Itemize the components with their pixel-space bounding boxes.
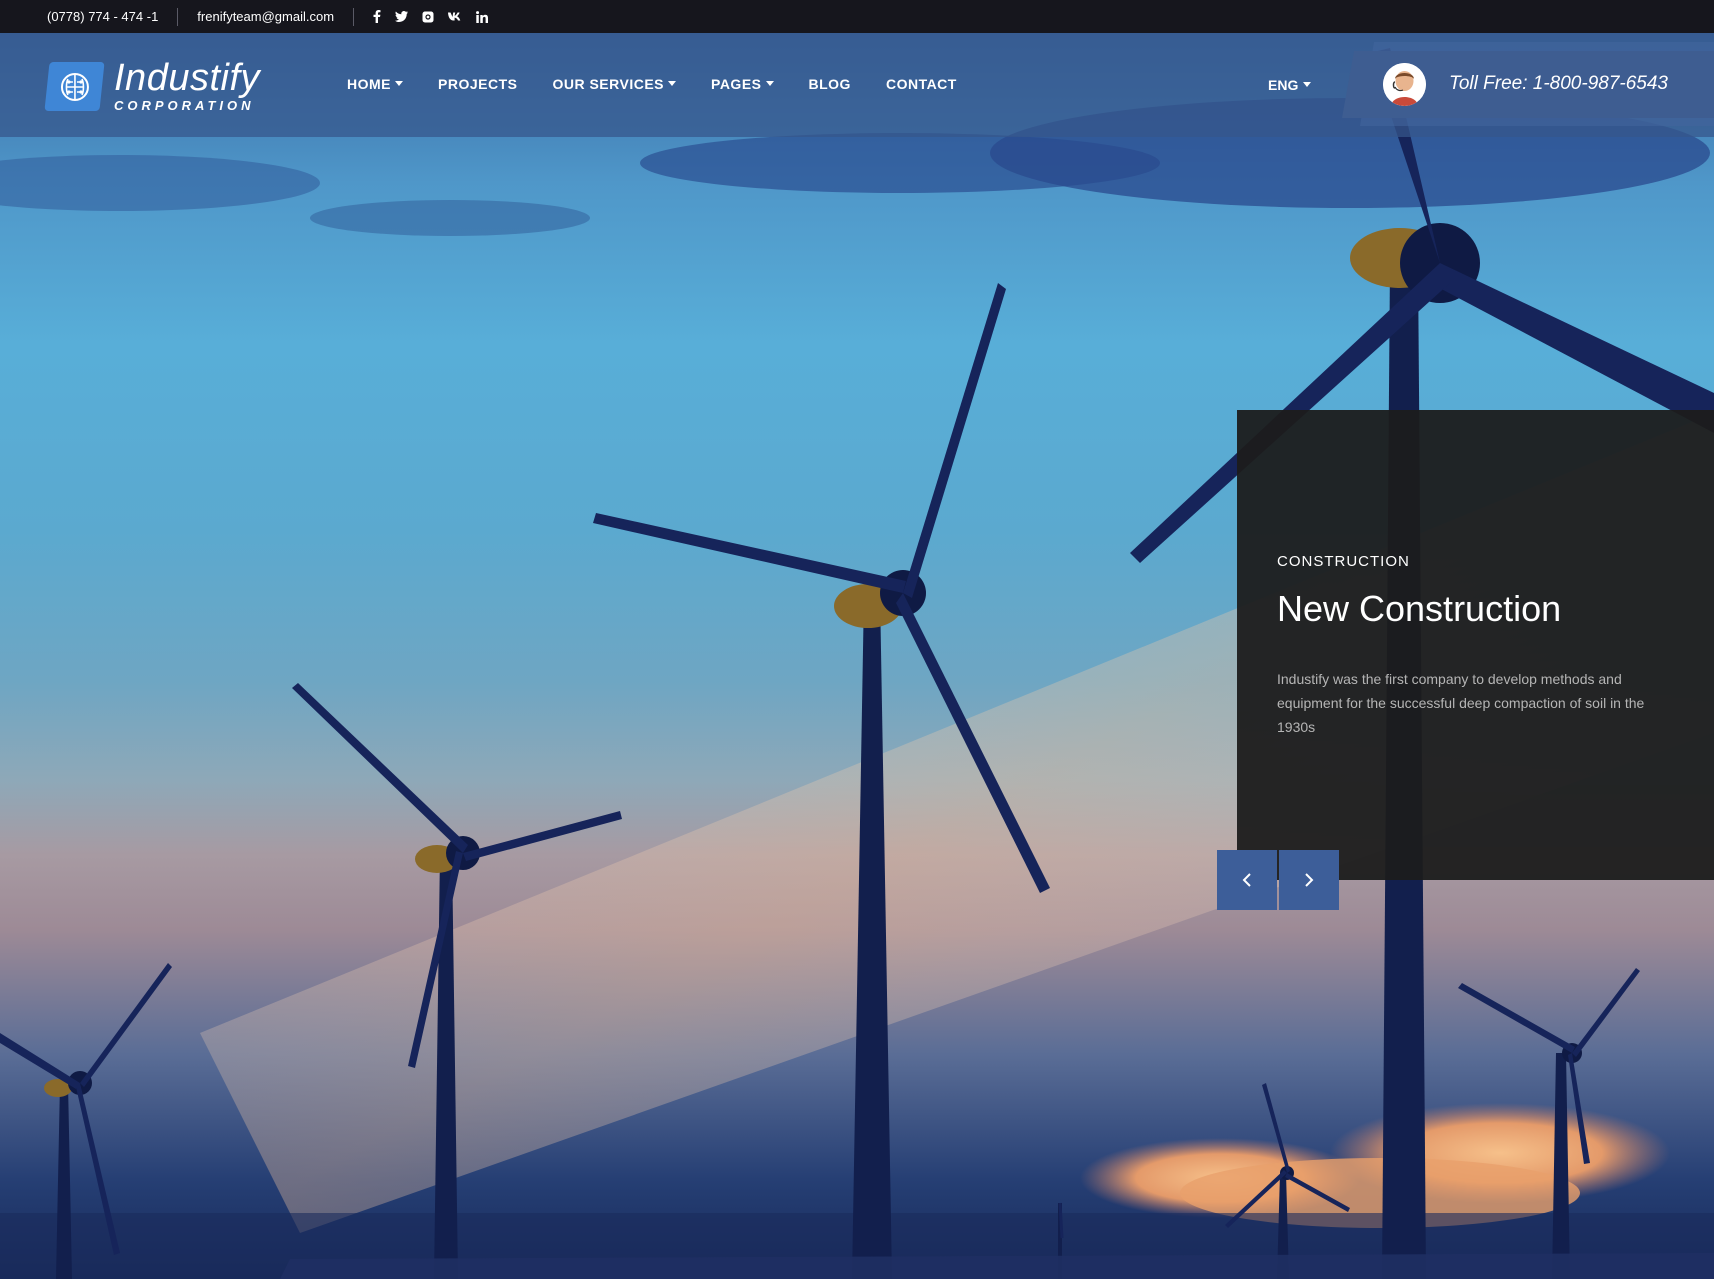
- logo[interactable]: Industify CORPORATION: [44, 57, 261, 113]
- prev-slide-button[interactable]: [1217, 850, 1277, 910]
- nav-label: BLOG: [808, 76, 851, 92]
- slide-title[interactable]: New Construction: [1277, 588, 1561, 630]
- next-slide-button[interactable]: [1279, 850, 1339, 910]
- nav-label: PROJECTS: [438, 76, 518, 92]
- nav-item-blog[interactable]: BLOG: [809, 76, 851, 92]
- main-nav: HOME PROJECTS OUR SERVICES PAGES BLOG CO…: [347, 76, 957, 92]
- twitter-icon[interactable]: [395, 10, 409, 24]
- support-avatar: [1383, 63, 1426, 106]
- top-bar: (0778) 774 - 474 -1 frenifyteam@gmail.co…: [0, 0, 1714, 33]
- language-label: ENG: [1268, 77, 1299, 93]
- facebook-icon[interactable]: [373, 10, 381, 24]
- divider: [177, 7, 179, 26]
- nav-label: HOME: [347, 76, 391, 92]
- chevron-left-icon: [1242, 873, 1251, 887]
- nav-item-contact[interactable]: CONTACT: [886, 76, 957, 92]
- nav-item-our-services[interactable]: OUR SERVICES: [552, 76, 677, 92]
- logo-subtitle: CORPORATION: [114, 98, 255, 113]
- tollfree-number[interactable]: Toll Free: 1-800-987-6543: [1449, 73, 1668, 95]
- caret-down-icon: [668, 80, 677, 86]
- instagram-icon[interactable]: [422, 10, 434, 24]
- slider-controls: [1217, 850, 1339, 910]
- chevron-right-icon: [1305, 873, 1314, 887]
- nav-item-home[interactable]: HOME: [347, 76, 403, 92]
- divider: [353, 7, 355, 26]
- vk-icon[interactable]: [448, 10, 462, 24]
- phone-number[interactable]: (0778) 774 - 474 -1: [47, 9, 158, 24]
- brain-icon: [44, 62, 105, 111]
- caret-down-icon: [395, 80, 403, 86]
- language-selector[interactable]: ENG: [1268, 77, 1312, 93]
- email-link[interactable]: frenifyteam@gmail.com: [197, 9, 334, 24]
- nav-item-pages[interactable]: PAGES: [711, 76, 774, 92]
- slide-category: CONSTRUCTION: [1277, 553, 1410, 570]
- nav-label: PAGES: [711, 76, 762, 92]
- nav-label: CONTACT: [885, 76, 957, 92]
- nav-item-projects[interactable]: PROJECTS: [438, 76, 517, 92]
- nav-label: OUR SERVICES: [552, 76, 665, 92]
- caret-down-icon: [765, 80, 774, 86]
- social-links: [373, 10, 489, 24]
- slide-info-card: CONSTRUCTION New Construction Industify …: [1237, 410, 1714, 880]
- logo-name: Industify: [114, 57, 261, 99]
- linkedin-icon[interactable]: [476, 10, 489, 24]
- caret-down-icon: [1303, 81, 1312, 87]
- slide-description: Industify was the first company to devel…: [1277, 671, 1645, 735]
- logo-text: Industify CORPORATION: [114, 57, 261, 113]
